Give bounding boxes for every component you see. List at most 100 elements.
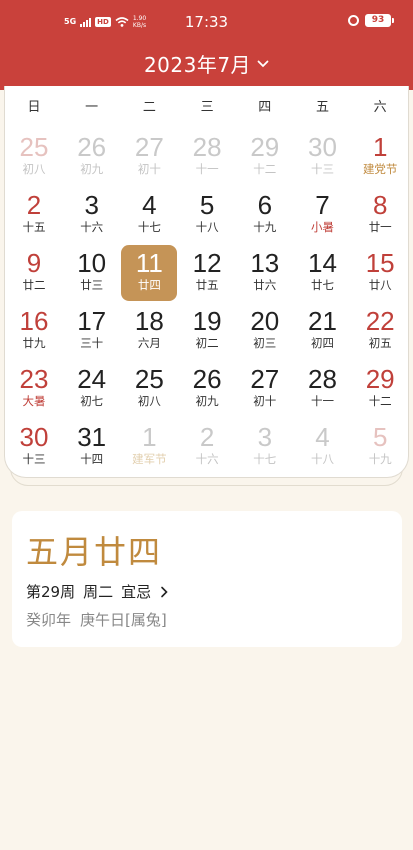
ganzhi-day: 庚午日[属兔] [80, 611, 167, 629]
day-cell[interactable]: 10 廿三 [64, 245, 120, 301]
day-cell[interactable]: 28 十一 [295, 361, 351, 417]
lunar-label: 廿二 [22, 278, 46, 292]
day-number: 3 [84, 190, 99, 220]
yiji-link[interactable]: 宜忌 [121, 581, 151, 602]
day-number: 20 [250, 306, 280, 336]
day-number: 21 [308, 306, 337, 336]
day-cell[interactable]: 1 建党节 [352, 129, 408, 185]
day-cell[interactable]: 9 廿二 [6, 245, 62, 301]
day-cell[interactable]: 12 廿五 [179, 245, 235, 301]
lunar-label: 廿八 [368, 278, 392, 292]
day-number: 24 [77, 364, 107, 394]
day-number: 9 [26, 248, 42, 278]
lunar-label: 廿四 [137, 278, 161, 292]
day-number: 15 [365, 248, 395, 278]
lunar-label: 三十 [80, 336, 104, 350]
day-number: 25 [134, 364, 164, 394]
day-cell[interactable]: 4 十八 [295, 419, 351, 475]
lunar-label: 十七 [253, 452, 277, 466]
day-cell[interactable]: 19 初二 [179, 303, 235, 359]
day-cell[interactable]: 7 小暑 [295, 187, 351, 243]
month-picker[interactable]: 2023年7月 [0, 49, 413, 78]
day-cell[interactable]: 23 大暑 [6, 361, 62, 417]
calendar-grid: 25 初八 26 初九 27 初十 28 十一 29 十二 30 十三 1 建党节 2 十五 3 十六 4 十七 5 十八… [5, 86, 410, 478]
ganzhi-year: 癸卯年 [26, 611, 72, 629]
lunar-label: 初五 [368, 336, 392, 350]
lunar-label: 十二 [368, 394, 392, 408]
lunar-label: 廿九 [22, 336, 46, 350]
day-cell[interactable]: 15 廿八 [352, 245, 408, 301]
day-number: 12 [192, 248, 222, 278]
day-cell[interactable]: 20 初三 [237, 303, 293, 359]
day-cell[interactable]: 27 初十 [237, 361, 293, 417]
day-cell[interactable]: 3 十七 [237, 419, 293, 475]
day-number: 29 [250, 132, 280, 162]
day-cell[interactable]: 25 初八 [121, 361, 177, 417]
calendar-card: 日一二三四五六 25 初八 26 初九 27 初十 28 十一 29 十二 30 十三 1 建党节 2 十五 3… [4, 86, 409, 478]
lunar-label: 初九 [195, 394, 219, 408]
day-number: 27 [250, 364, 280, 394]
day-number: 6 [257, 190, 273, 220]
day-cell[interactable]: 2 十五 [6, 187, 62, 243]
lunar-label: 十六 [80, 220, 104, 234]
day-cell[interactable]: 30 十三 [6, 419, 62, 475]
lunar-label: 小暑 [311, 220, 334, 234]
day-cell[interactable]: 31 十四 [64, 419, 120, 475]
lunar-label: 十八 [311, 452, 334, 466]
day-number: 17 [77, 306, 107, 336]
day-number: 3 [257, 422, 273, 452]
day-cell[interactable]: 16 廿九 [6, 303, 62, 359]
day-number: 28 [192, 132, 222, 162]
lunar-label: 十一 [195, 162, 219, 176]
day-cell[interactable]: 28 十一 [179, 129, 235, 185]
day-number: 11 [135, 248, 163, 278]
day-cell[interactable]: 29 十二 [237, 129, 293, 185]
lunar-label: 廿一 [368, 220, 392, 234]
day-cell-selected[interactable]: 11 廿四 [121, 245, 178, 301]
day-cell[interactable]: 1 建军节 [121, 419, 177, 475]
battery-icon: 93 [365, 14, 394, 27]
day-cell[interactable]: 30 十三 [295, 129, 351, 185]
day-cell[interactable]: 13 廿六 [237, 245, 293, 301]
day-number: 19 [192, 306, 222, 336]
ganzhi-info: 癸卯年 庚午日[属兔] [26, 609, 167, 630]
lunar-label: 十三 [311, 162, 334, 176]
day-cell[interactable]: 4 十七 [121, 187, 177, 243]
day-number: 7 [315, 190, 330, 220]
week-info[interactable]: 第29周 周二 宜忌 [26, 581, 169, 602]
day-number: 2 [199, 422, 215, 452]
day-cell[interactable]: 5 十八 [179, 187, 235, 243]
day-cell[interactable]: 6 十九 [237, 187, 293, 243]
day-number: 16 [19, 306, 49, 336]
day-number: 13 [250, 248, 280, 278]
day-cell[interactable]: 18 六月 [121, 303, 177, 359]
day-number: 26 [77, 132, 107, 162]
day-cell[interactable]: 5 十九 [352, 419, 408, 475]
chevron-right-icon [161, 586, 168, 597]
day-cell[interactable]: 8 廿一 [352, 187, 408, 243]
day-cell[interactable]: 2 十六 [179, 419, 235, 475]
day-number: 27 [134, 132, 164, 162]
lunar-label: 建党节 [362, 162, 398, 176]
day-number: 2 [26, 190, 42, 220]
lunar-label: 十五 [22, 220, 46, 234]
day-cell[interactable]: 29 十二 [352, 361, 408, 417]
lunar-label: 大暑 [22, 394, 46, 408]
lunar-label: 初七 [80, 394, 104, 408]
day-cell[interactable]: 27 初十 [121, 129, 177, 185]
day-cell[interactable]: 26 初九 [179, 361, 235, 417]
day-cell[interactable]: 3 十六 [64, 187, 120, 243]
day-cell[interactable]: 26 初九 [64, 129, 120, 185]
day-info-card[interactable]: 五月廿四 第29周 周二 宜忌 癸卯年 庚午日[属兔] [12, 511, 402, 647]
alarm-icon [348, 15, 359, 26]
day-cell[interactable]: 21 初四 [295, 303, 351, 359]
day-number: 5 [372, 422, 388, 452]
day-cell[interactable]: 17 三十 [64, 303, 120, 359]
day-cell[interactable]: 25 初八 [6, 129, 62, 185]
day-cell[interactable]: 22 初五 [352, 303, 408, 359]
day-number: 10 [77, 248, 107, 278]
lunar-label: 十四 [80, 452, 104, 466]
day-cell[interactable]: 14 廿七 [295, 245, 351, 301]
day-cell[interactable]: 24 初七 [64, 361, 120, 417]
lunar-label: 廿六 [253, 278, 277, 292]
